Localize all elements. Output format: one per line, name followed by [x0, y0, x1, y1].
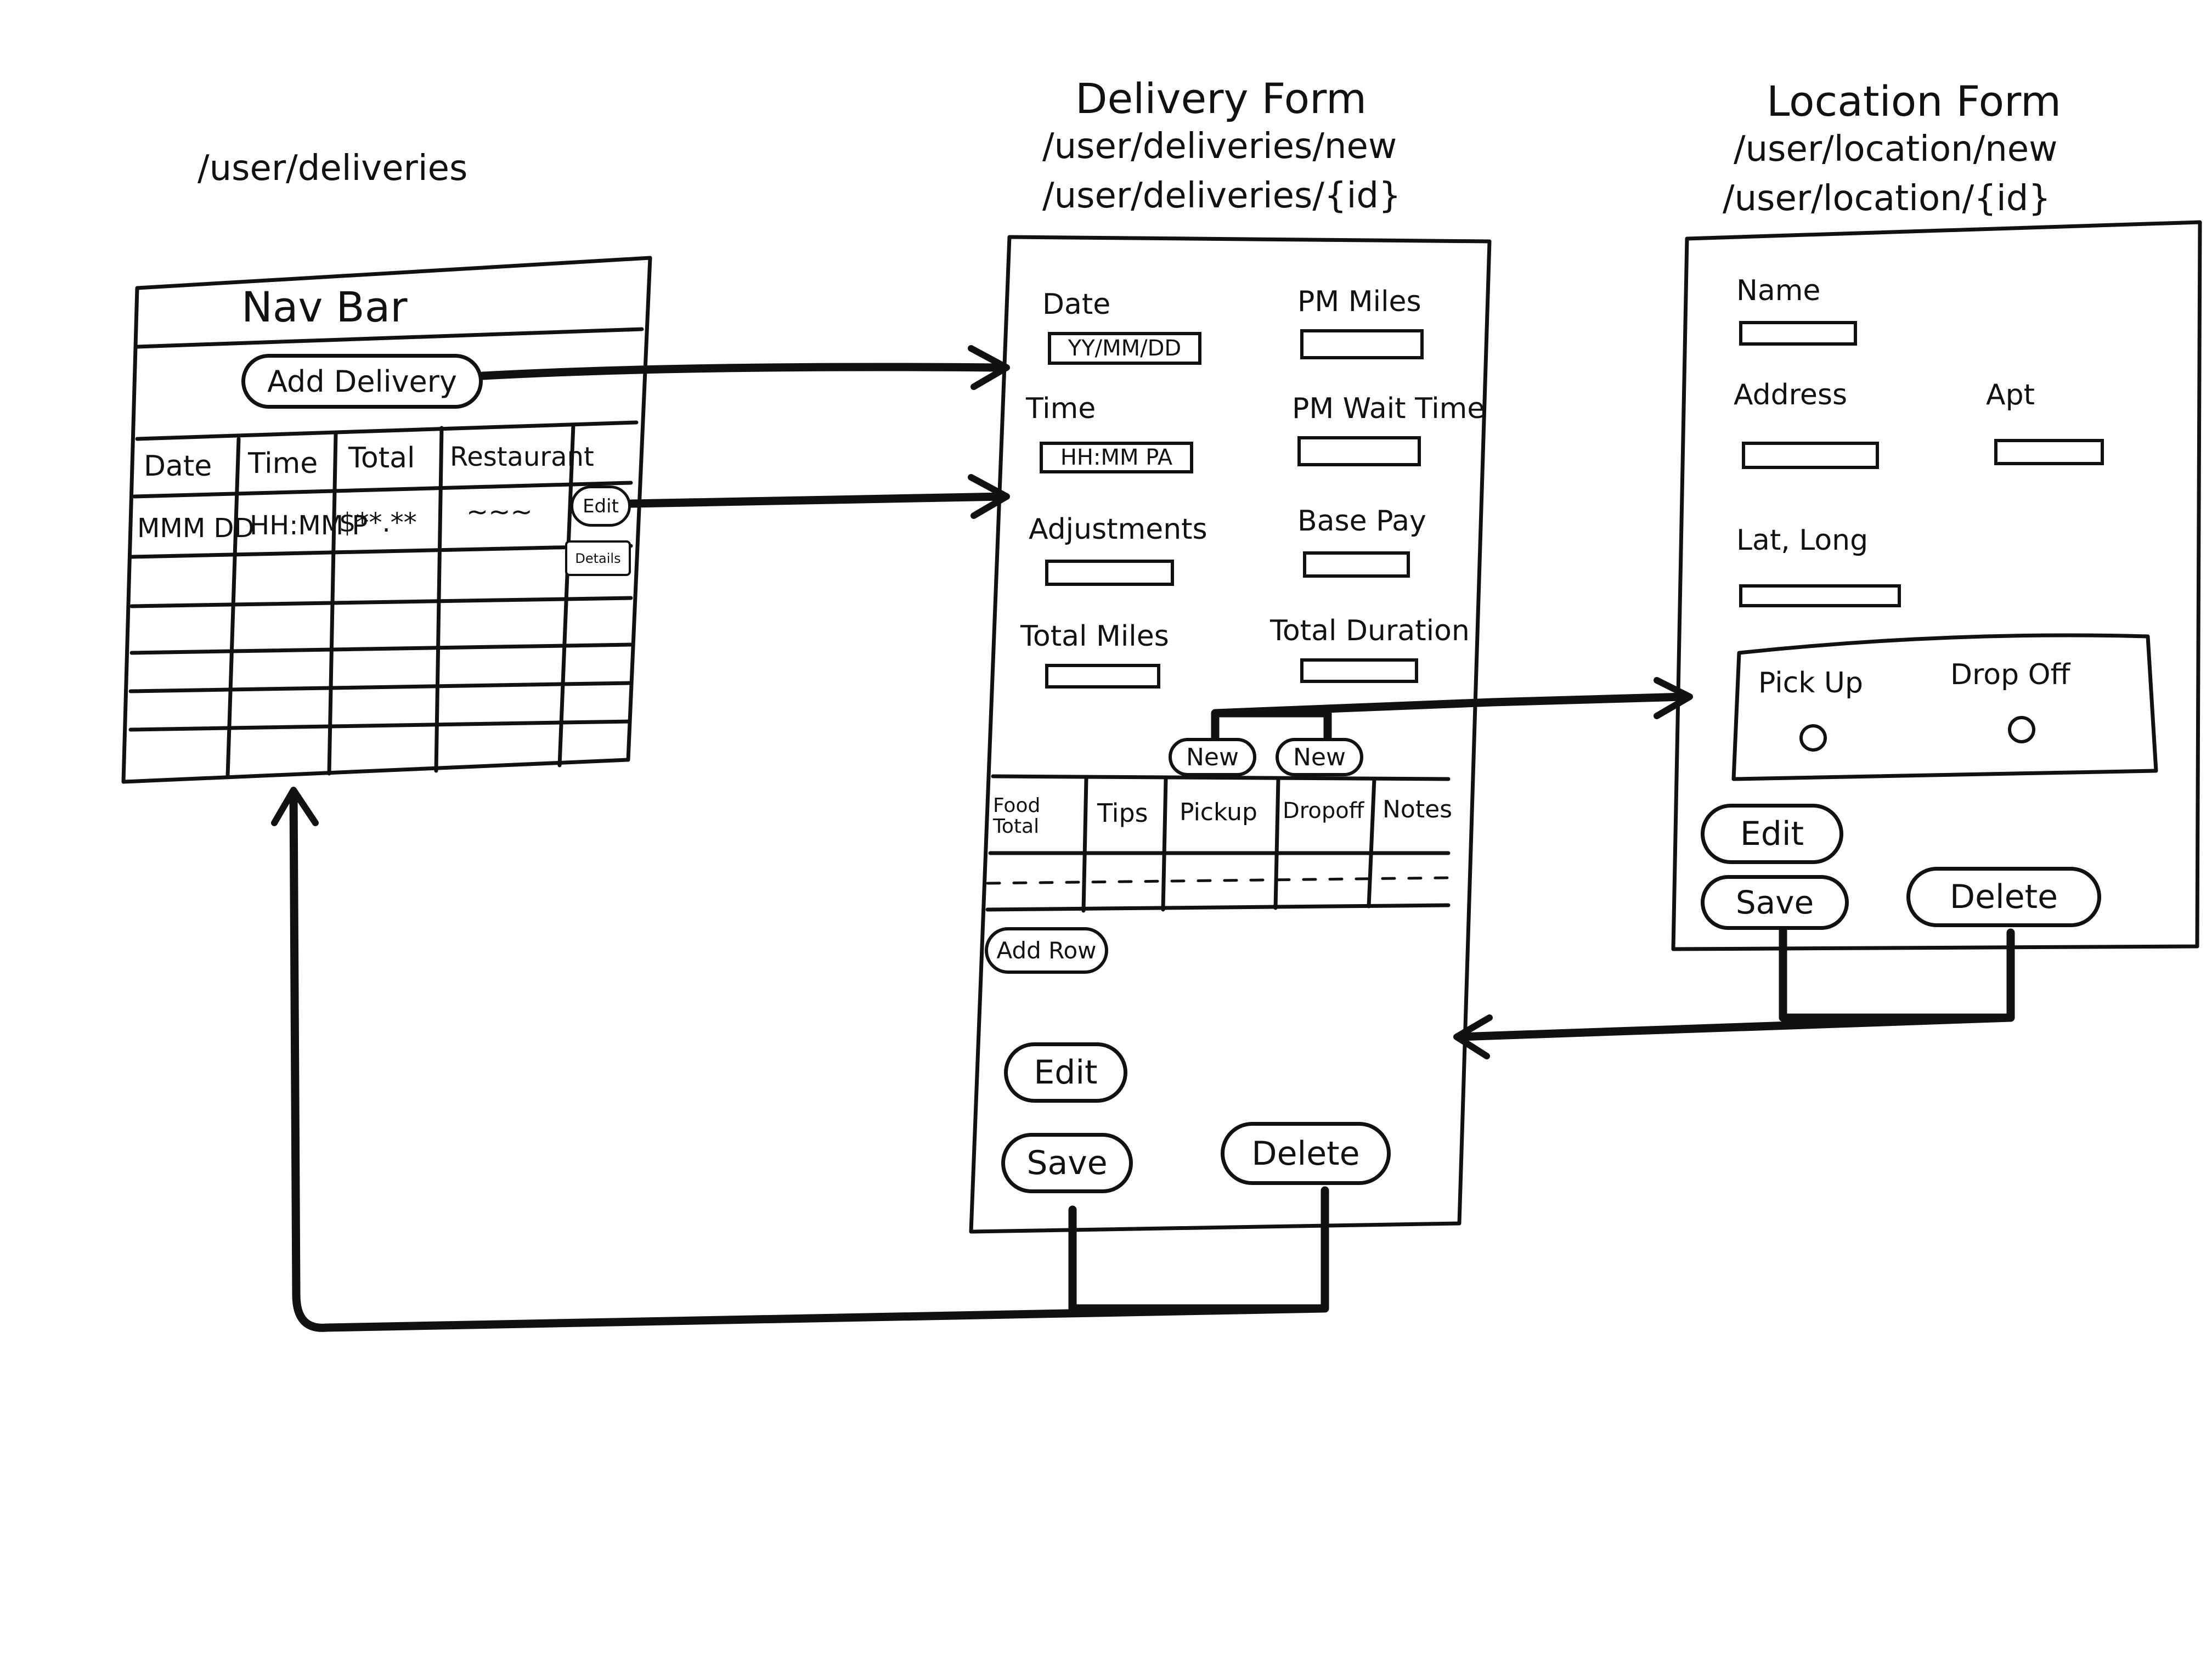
lat-long-input[interactable]	[1739, 584, 1901, 607]
items-table-top	[991, 774, 1451, 781]
location-form-title: Location Form	[1767, 77, 2062, 126]
items-header-food-total: Food Total	[993, 794, 1041, 838]
pm-wait-time-input[interactable]	[1297, 436, 1421, 466]
pm-wait-time-label: PM Wait Time	[1292, 392, 1485, 425]
time-label: Time	[1026, 392, 1096, 425]
apt-label: Apt	[1986, 379, 2035, 411]
pm-miles-label: PM Miles	[1297, 285, 1421, 318]
add-row-button[interactable]: Add Row	[985, 927, 1108, 974]
row-restaurant: ~~~	[466, 496, 533, 527]
delivery-form-title: Delivery Form	[1075, 74, 1367, 123]
col-divider-4	[557, 423, 575, 768]
name-label: Name	[1736, 274, 1821, 307]
total-miles-input[interactable]	[1045, 664, 1160, 689]
wireframe-sketch	[121, 220, 2202, 1332]
delivery-save-button[interactable]: Save	[1001, 1133, 1133, 1193]
delivery-delete-button[interactable]: Delete	[1221, 1122, 1391, 1185]
stop-type-box	[1731, 633, 2158, 781]
pm-miles-input[interactable]	[1300, 329, 1424, 359]
drop-off-label: Drop Off	[1950, 658, 2070, 691]
row-date: MMM DD	[137, 513, 255, 544]
location-route-new: /user/location/new	[1734, 129, 2058, 170]
header-row-divider	[132, 481, 633, 499]
location-route-id: /user/location/{id}	[1723, 178, 2051, 219]
new-pickup-location-button[interactable]: New	[1169, 738, 1256, 776]
nav-bar-divider	[135, 327, 644, 349]
connector-location-back	[1455, 923, 2015, 1041]
total-duration-label: Total Duration	[1270, 614, 1470, 647]
name-input[interactable]	[1739, 321, 1857, 346]
address-input[interactable]	[1742, 442, 1879, 469]
pick-up-label: Pick Up	[1758, 667, 1863, 699]
column-header-restaurant[interactable]: Restaurant	[450, 442, 594, 472]
location-save-button[interactable]: Save	[1701, 875, 1849, 930]
time-input[interactable]: HH:MM PA	[1040, 442, 1193, 473]
row-edit-button[interactable]: Edit	[571, 486, 631, 527]
row-divider-3	[129, 642, 633, 655]
base-pay-label: Base Pay	[1297, 505, 1426, 538]
connector-form-back-to-list	[289, 788, 1329, 1332]
total-duration-input[interactable]	[1300, 658, 1418, 683]
address-label: Address	[1734, 379, 1848, 411]
table-top-divider	[135, 420, 639, 441]
add-delivery-button[interactable]: Add Delivery	[241, 354, 483, 409]
row-divider-4	[128, 681, 632, 693]
connector-new-to-location	[1211, 692, 1689, 745]
nav-bar[interactable]: Nav Bar	[241, 283, 408, 331]
connector-edit-to-form	[627, 492, 1008, 508]
connector-add-delivery-to-form	[478, 363, 1008, 380]
column-header-time[interactable]: Time	[248, 447, 318, 480]
items-col-1	[1081, 777, 1088, 913]
adjustments-input[interactable]	[1045, 560, 1174, 586]
items-header-pickup: Pickup	[1180, 798, 1257, 826]
items-header-notes: Notes	[1383, 795, 1453, 823]
col-divider-3	[434, 426, 444, 773]
row-divider-2	[129, 596, 633, 608]
items-col-2	[1161, 777, 1168, 912]
new-dropoff-location-button[interactable]: New	[1276, 738, 1363, 776]
location-edit-button[interactable]: Edit	[1701, 804, 1843, 864]
items-col-3	[1273, 777, 1280, 910]
lat-long-label: Lat, Long	[1736, 524, 1869, 557]
apt-input[interactable]	[1994, 439, 2104, 465]
column-header-total[interactable]: Total	[348, 442, 415, 475]
row-divider-1	[129, 544, 633, 559]
col-divider-1	[225, 437, 241, 778]
drop-off-radio[interactable]	[2008, 716, 2035, 743]
items-header-tips: Tips	[1097, 798, 1148, 828]
column-header-date[interactable]: Date	[144, 450, 212, 483]
base-pay-input[interactable]	[1303, 551, 1410, 578]
items-table-bottom	[985, 903, 1451, 912]
delivery-route-new: /user/deliveries/new	[1042, 126, 1397, 167]
items-header-dropoff: Dropoff	[1283, 798, 1364, 823]
adjustments-label: Adjustments	[1029, 513, 1207, 546]
items-col-4	[1367, 777, 1376, 909]
delivery-route-id: /user/deliveries/{id}	[1042, 176, 1401, 216]
total-miles-label: Total Miles	[1020, 620, 1169, 653]
row-details-button[interactable]: Details	[565, 540, 631, 576]
row-total: $**.**	[339, 507, 417, 538]
date-label: Date	[1042, 288, 1111, 321]
delivery-edit-button[interactable]: Edit	[1004, 1042, 1127, 1103]
deliveries-route: /user/deliveries	[198, 148, 468, 189]
location-delete-button[interactable]: Delete	[1906, 867, 2101, 927]
items-dashed-row	[986, 876, 1450, 885]
row-divider-5	[128, 719, 632, 732]
pick-up-radio[interactable]	[1799, 724, 1827, 752]
date-input[interactable]: YY/MM/DD	[1048, 332, 1201, 365]
